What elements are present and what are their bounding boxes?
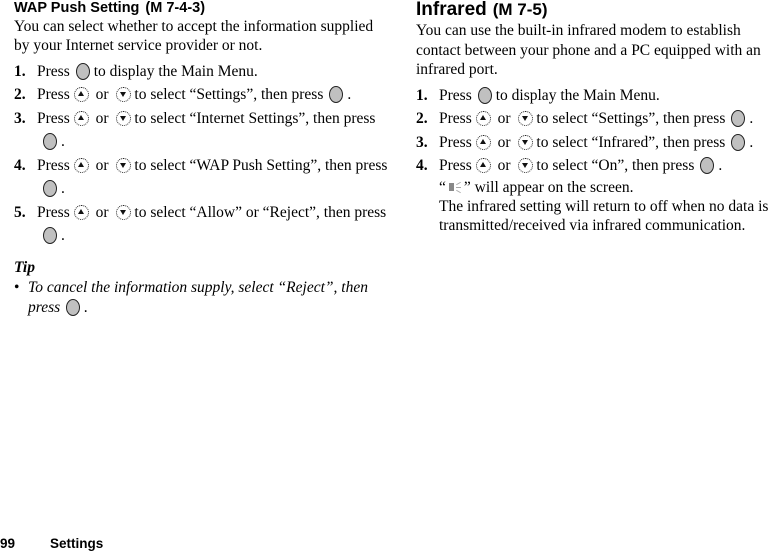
page-footer: 99 Settings [0,536,103,551]
section-title: WAP Push Setting [14,0,140,16]
step-text: Press [439,157,472,174]
step-text: . [749,110,754,127]
tip-text: . [84,298,89,316]
step-text: or [493,110,515,127]
center-key-icon [477,86,492,104]
step-number: 3. [14,109,26,127]
up-key-icon [73,110,89,126]
down-key-icon [116,110,132,126]
center-key-icon [43,180,57,197]
step-item: 1. Press to display the Main Menu. [416,84,781,108]
down-key-icon [116,204,132,220]
menu-reference: (M 7-5) [492,0,548,19]
step-text: or [91,109,113,127]
step-number: 1. [416,86,428,104]
up-key-icon [73,157,89,173]
step-note: “ ” will appear on the screen. [439,178,781,197]
infrared-icon [448,181,462,193]
step-item: 5. Press or to select “Allow” or “Reject… [14,201,389,248]
up-key-icon [73,87,89,102]
center-key-icon [731,110,746,127]
step-text: to display the Main Menu. [495,86,660,104]
step-text: . [61,180,65,197]
step-text: to select “Settings”, then press [536,110,726,127]
center-key-icon [329,86,344,103]
step-text: to select “WAP Push Setting”, then press [134,156,388,174]
step-number: 4. [14,156,26,174]
steps-list: 1. Press to display the Main Menu. 2. Pre… [14,60,389,248]
center-key-icon [43,227,57,244]
section-heading: WAP Push Setting (M 7-4-3) [14,1,389,16]
step-text: . [61,227,65,244]
step-item: 4. Press or to select “WAP Push Setting”… [14,154,389,201]
step-text: to display the Main Menu. [93,62,258,80]
step-text: or [493,157,515,174]
center-key-icon [731,133,746,151]
step-text: Press [37,62,70,80]
step-item: 3. Press or to select “Infrared”, then p… [416,131,781,155]
step-text: or [91,203,113,221]
down-key-icon [518,111,534,126]
step-item: 3. Press or to select “Internet Settings… [14,107,389,154]
menu-reference: (M 7-4-3) [145,0,206,16]
step-number: 2. [416,110,428,127]
section-intro: You can select whether to accept the inf… [14,17,374,55]
step-text: or [91,86,113,103]
step-text: . [61,133,65,150]
step-item: 1. Press to display the Main Menu. [14,60,389,84]
step-number: 5. [14,203,26,221]
step-text: to select “Internet Settings”, then pres… [134,109,376,127]
note-text: “ [439,178,446,196]
step-item: 4. Press or to select “On”, then press. … [416,154,781,235]
center-key-icon [75,62,90,80]
center-key-icon [66,298,81,316]
up-key-icon [475,111,491,126]
tip-title: Tip [14,258,35,276]
section-heading: Infrared (M 7-5) [416,0,781,19]
step-text: Press [439,86,472,104]
step-text: or [493,133,515,151]
up-key-icon [475,158,491,173]
tip-item: • To cancel the information supply, sele… [14,278,389,318]
step-text: Press [37,86,70,103]
step-text: . [347,86,352,103]
step-text: or [91,156,113,174]
up-key-icon [73,204,89,220]
steps-list: 1. Press to display the Main Menu. 2. Pre… [416,84,781,235]
down-key-icon [518,158,534,173]
step-text: Press [439,133,472,151]
up-key-icon [475,134,491,150]
wap-push-section: WAP Push Setting (M 7-4-3) You can select… [14,0,389,318]
step-number: 2. [14,86,26,103]
bullet-icon: • [14,278,20,296]
infrared-section: Infrared (M 7-5) You can use the built-in… [416,0,781,235]
down-key-icon [116,87,132,102]
page-number: 99 [0,536,16,551]
step-number: 4. [416,157,428,174]
note-text: ” will appear on the screen. [463,178,634,196]
step-text: Press [37,109,70,127]
step-text: Press [37,156,70,174]
down-key-icon [116,157,132,173]
step-text: . [749,133,754,151]
footer-section: Settings [50,536,104,551]
step-item: 2. Press or to select “Settings”, then p… [416,107,781,131]
center-key-icon [700,157,715,174]
step-text: to select “On”, then press [536,157,695,174]
step-item: 2. Press or to select “Settings”, then p… [14,83,389,107]
step-text: . [718,157,723,174]
step-number: 3. [416,133,428,151]
section-title: Infrared [416,0,487,20]
step-text: Press [37,203,70,221]
step-note: The infrared setting will return to off … [439,197,769,234]
center-key-icon [43,133,57,150]
step-text: to select “Settings”, then press [134,86,324,103]
section-intro: You can use the built-in infrared modem … [416,22,761,78]
down-key-icon [518,134,534,150]
step-text: Press [439,110,472,127]
step-number: 1. [14,62,26,80]
step-text: to select “Infrared”, then press [536,133,726,151]
step-text: to select “Allow” or “Reject”, then pres… [134,203,387,221]
